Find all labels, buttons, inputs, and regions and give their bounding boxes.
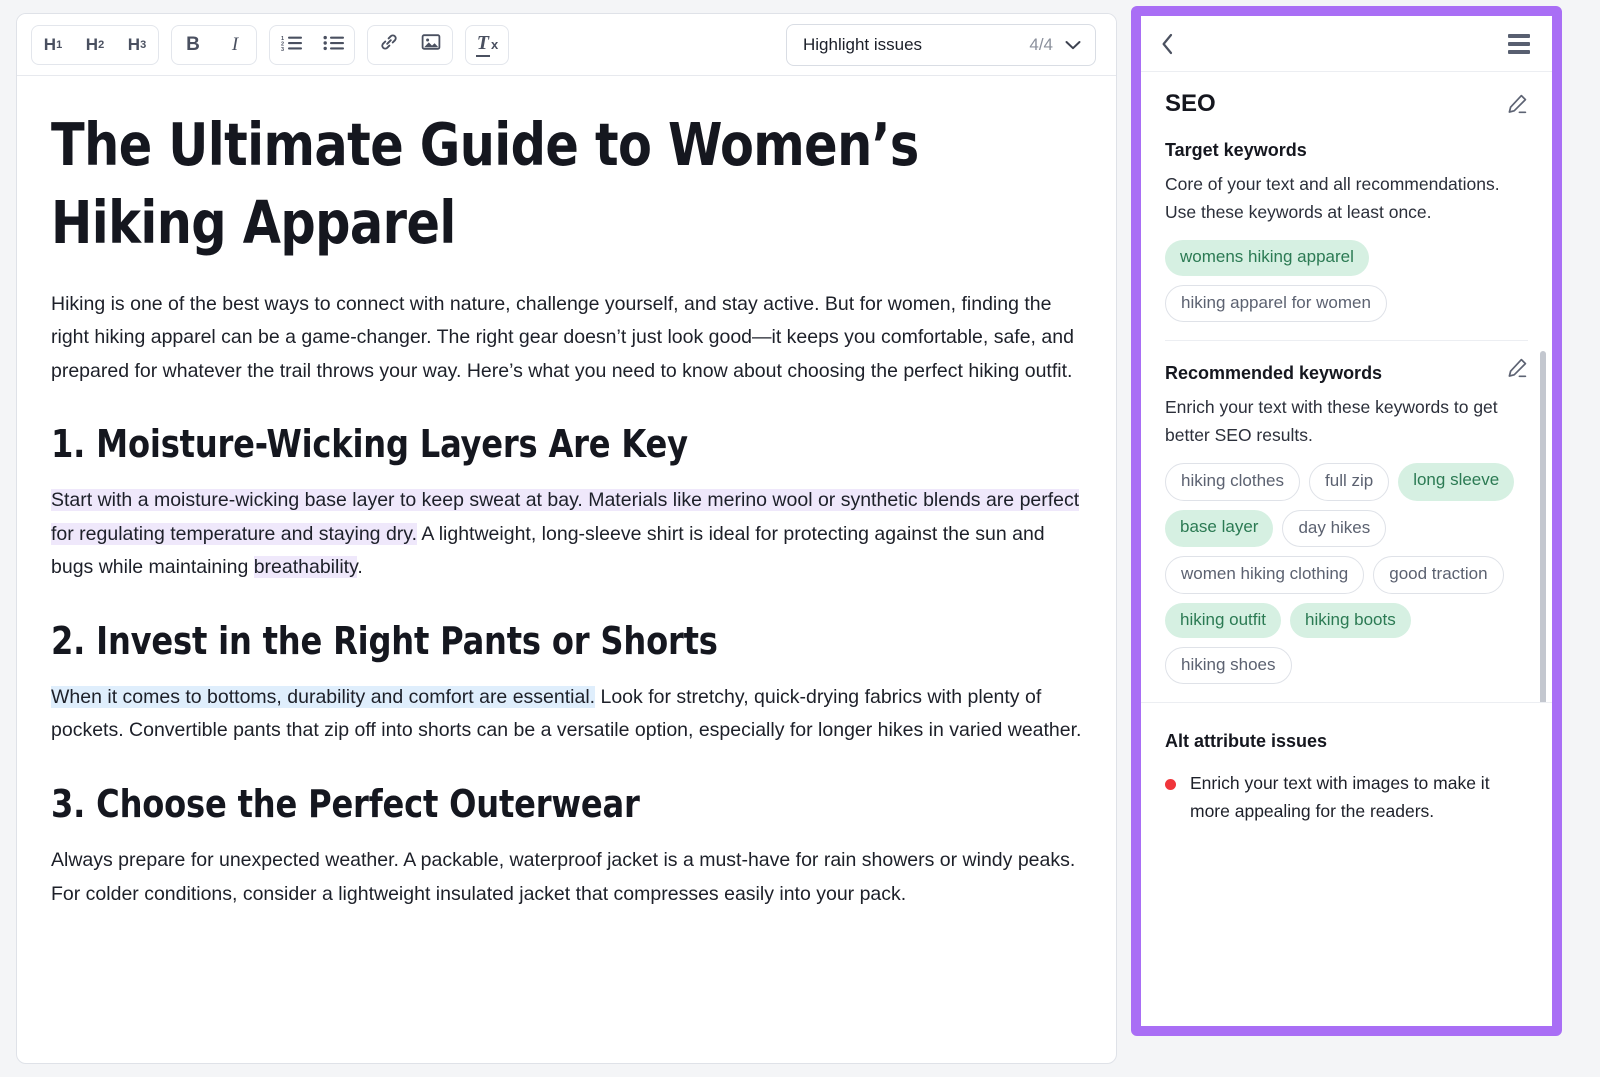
keyword-pill[interactable]: good traction	[1373, 556, 1503, 593]
highlighted-text-blue-1[interactable]: When it comes to bottoms, durability and…	[51, 686, 595, 708]
recommended-keywords-section: Recommended keywords Enrich your text wi…	[1141, 341, 1552, 703]
recommended-keywords-inner: Recommended keywords Enrich your text wi…	[1141, 341, 1552, 684]
section-1-end-text: .	[357, 556, 362, 578]
pencil-edit-icon[interactable]	[1506, 93, 1528, 115]
target-keywords-heading-row: Target keywords	[1165, 118, 1528, 171]
link-button[interactable]	[368, 26, 410, 64]
highlight-issues-count: 4/4	[1029, 35, 1053, 55]
h3-button[interactable]: H3	[116, 26, 158, 64]
list-button-group: 1 2 3	[269, 25, 355, 65]
list-item: Enrich your text with images to make it …	[1165, 770, 1528, 825]
editor-toolbar: H1 H2 H3 B I 1 2 3	[17, 14, 1116, 76]
h2-button[interactable]: H2	[74, 26, 116, 64]
section-1-heading: 1. Moisture-Wicking Layers Are Key	[51, 422, 1020, 466]
h2-label: H	[86, 35, 98, 55]
chevron-down-icon	[1065, 40, 1081, 50]
bullet-list-icon	[323, 34, 344, 56]
panel-title: SEO	[1165, 90, 1506, 118]
section-2-heading: 2. Invest in the Right Pants or Shorts	[51, 619, 1020, 663]
recommended-keywords-heading: Recommended keywords	[1165, 363, 1506, 384]
document-title: The Ultimate Guide to Women’s Hiking App…	[51, 106, 1010, 262]
keyword-pill[interactable]: hiking shoes	[1165, 647, 1292, 684]
keyword-pill[interactable]: hiking boots	[1290, 603, 1411, 638]
section-3-paragraph: Always prepare for unexpected weather. A…	[51, 844, 1082, 911]
alt-attribute-issues-section: Alt attribute issues Enrich your text wi…	[1141, 703, 1552, 825]
keyword-pill[interactable]: long sleeve	[1398, 463, 1514, 500]
section-2-paragraph: When it comes to bottoms, durability and…	[51, 681, 1082, 748]
pencil-edit-icon[interactable]	[1506, 357, 1528, 379]
keyword-pill[interactable]: womens hiking apparel	[1165, 240, 1369, 275]
ordered-list-icon: 1 2 3	[281, 34, 302, 56]
bold-button[interactable]: B	[172, 26, 214, 64]
heading-button-group: H1 H2 H3	[31, 25, 159, 65]
document-body[interactable]: The Ultimate Guide to Women’s Hiking App…	[17, 76, 1116, 1063]
target-keywords-description: Core of your text and all recommendation…	[1165, 171, 1528, 226]
h1-sub: 1	[56, 39, 62, 51]
section-1-paragraph: Start with a moisture-wicking base layer…	[51, 484, 1082, 585]
intro-paragraph: Hiking is one of the best ways to connec…	[51, 288, 1082, 389]
clear-formatting-icon: T	[476, 32, 490, 57]
highlight-issues-select[interactable]: Highlight issues 4/4	[786, 24, 1096, 66]
section-3-heading: 3. Choose the Perfect Outerwear	[51, 782, 1020, 826]
h3-sub: 3	[140, 39, 146, 51]
h3-label: H	[128, 35, 140, 55]
app-root: H1 H2 H3 B I 1 2 3	[0, 0, 1600, 1077]
seo-title-row: SEO	[1165, 90, 1528, 118]
insert-button-group	[367, 25, 453, 65]
keyword-pill[interactable]: hiking clothes	[1165, 463, 1300, 500]
alt-attribute-issues-heading: Alt attribute issues	[1165, 731, 1528, 752]
highlighted-text-purple-2[interactable]: breathability	[254, 556, 358, 578]
link-icon	[379, 32, 399, 57]
clear-format-group: Tx	[465, 25, 509, 65]
keyword-pill[interactable]: hiking outfit	[1165, 603, 1281, 638]
highlight-issues-label: Highlight issues	[803, 35, 1029, 55]
issue-dot-icon	[1165, 779, 1176, 790]
h1-button[interactable]: H1	[32, 26, 74, 64]
recommended-keywords-description: Enrich your text with these keywords to …	[1165, 394, 1528, 449]
panel-header	[1141, 16, 1552, 72]
format-button-group: B I	[171, 25, 257, 65]
keyword-pill[interactable]: full zip	[1309, 463, 1389, 500]
keyword-pill[interactable]: base layer	[1165, 510, 1273, 547]
target-keywords-section: SEO Target keywords Core of your text an…	[1141, 72, 1552, 341]
ordered-list-button[interactable]: 1 2 3	[270, 26, 312, 64]
keywords-scrollbar-thumb[interactable]	[1540, 351, 1546, 703]
h1-label: H	[44, 35, 56, 55]
clear-formatting-button[interactable]: Tx	[466, 26, 508, 64]
issue-text: Enrich your text with images to make it …	[1190, 770, 1528, 825]
seo-sidebar-panel: SEO Target keywords Core of your text an…	[1131, 6, 1562, 1036]
h2-sub: 2	[98, 39, 104, 51]
recommended-keywords-heading-row: Recommended keywords	[1165, 341, 1528, 394]
editor-panel: H1 H2 H3 B I 1 2 3	[16, 13, 1117, 1064]
alt-attribute-issue-list: Enrich your text with images to make it …	[1165, 770, 1528, 825]
target-keywords-heading: Target keywords	[1165, 140, 1528, 161]
bullet-list-button[interactable]	[312, 26, 354, 64]
italic-button[interactable]: I	[214, 26, 256, 64]
image-button[interactable]	[410, 26, 452, 64]
keyword-pill[interactable]: day hikes	[1282, 510, 1386, 547]
keyword-pill[interactable]: hiking apparel for women	[1165, 285, 1387, 322]
target-keywords-pills: womens hiking apparel hiking apparel for…	[1165, 240, 1528, 322]
recommended-keywords-pills: hiking clothes full zip long sleeve base…	[1165, 463, 1528, 684]
image-icon	[421, 33, 441, 56]
hamburger-menu-icon[interactable]	[1504, 30, 1534, 58]
svg-text:3: 3	[281, 47, 284, 51]
chevron-left-icon[interactable]	[1161, 33, 1174, 55]
clear-formatting-sub: x	[491, 37, 498, 52]
keyword-pill[interactable]: women hiking clothing	[1165, 556, 1364, 593]
